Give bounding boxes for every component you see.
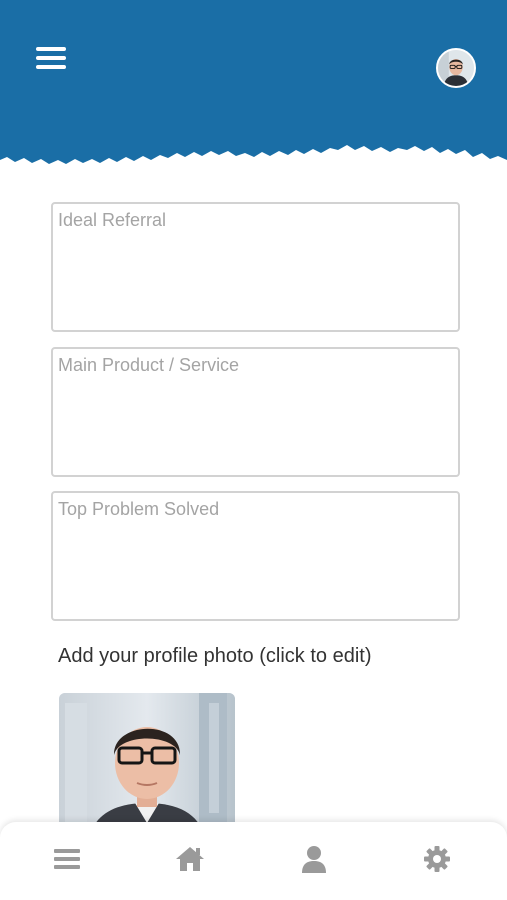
nav-settings-button[interactable] (422, 844, 452, 874)
avatar-portrait-icon (438, 50, 474, 86)
list-menu-icon (54, 849, 80, 869)
torn-paper-banner (0, 0, 507, 164)
user-icon (302, 846, 326, 873)
profile-photo-label: Add your profile photo (click to edit) (58, 645, 372, 667)
hamburger-menu-icon[interactable] (36, 46, 66, 72)
main-product-field-wrapper (51, 347, 460, 477)
ideal-referral-input[interactable] (53, 204, 458, 330)
nav-profile-button[interactable] (299, 844, 329, 874)
profile-photo-image (59, 693, 235, 838)
gear-icon (424, 846, 450, 872)
top-problem-field-wrapper (51, 491, 460, 621)
ideal-referral-field-wrapper (51, 202, 460, 332)
bottom-navigation (0, 822, 507, 900)
nav-menu-button[interactable] (52, 844, 82, 874)
header-avatar[interactable] (436, 48, 476, 88)
menu-bar (36, 47, 66, 51)
menu-bar (36, 56, 66, 60)
header-banner (0, 0, 507, 175)
main-product-service-input[interactable] (53, 349, 458, 475)
profile-photo[interactable] (59, 693, 235, 838)
nav-home-button[interactable] (175, 844, 205, 874)
menu-bar (36, 65, 66, 69)
top-problem-solved-input[interactable] (53, 493, 458, 619)
home-icon (176, 847, 204, 871)
